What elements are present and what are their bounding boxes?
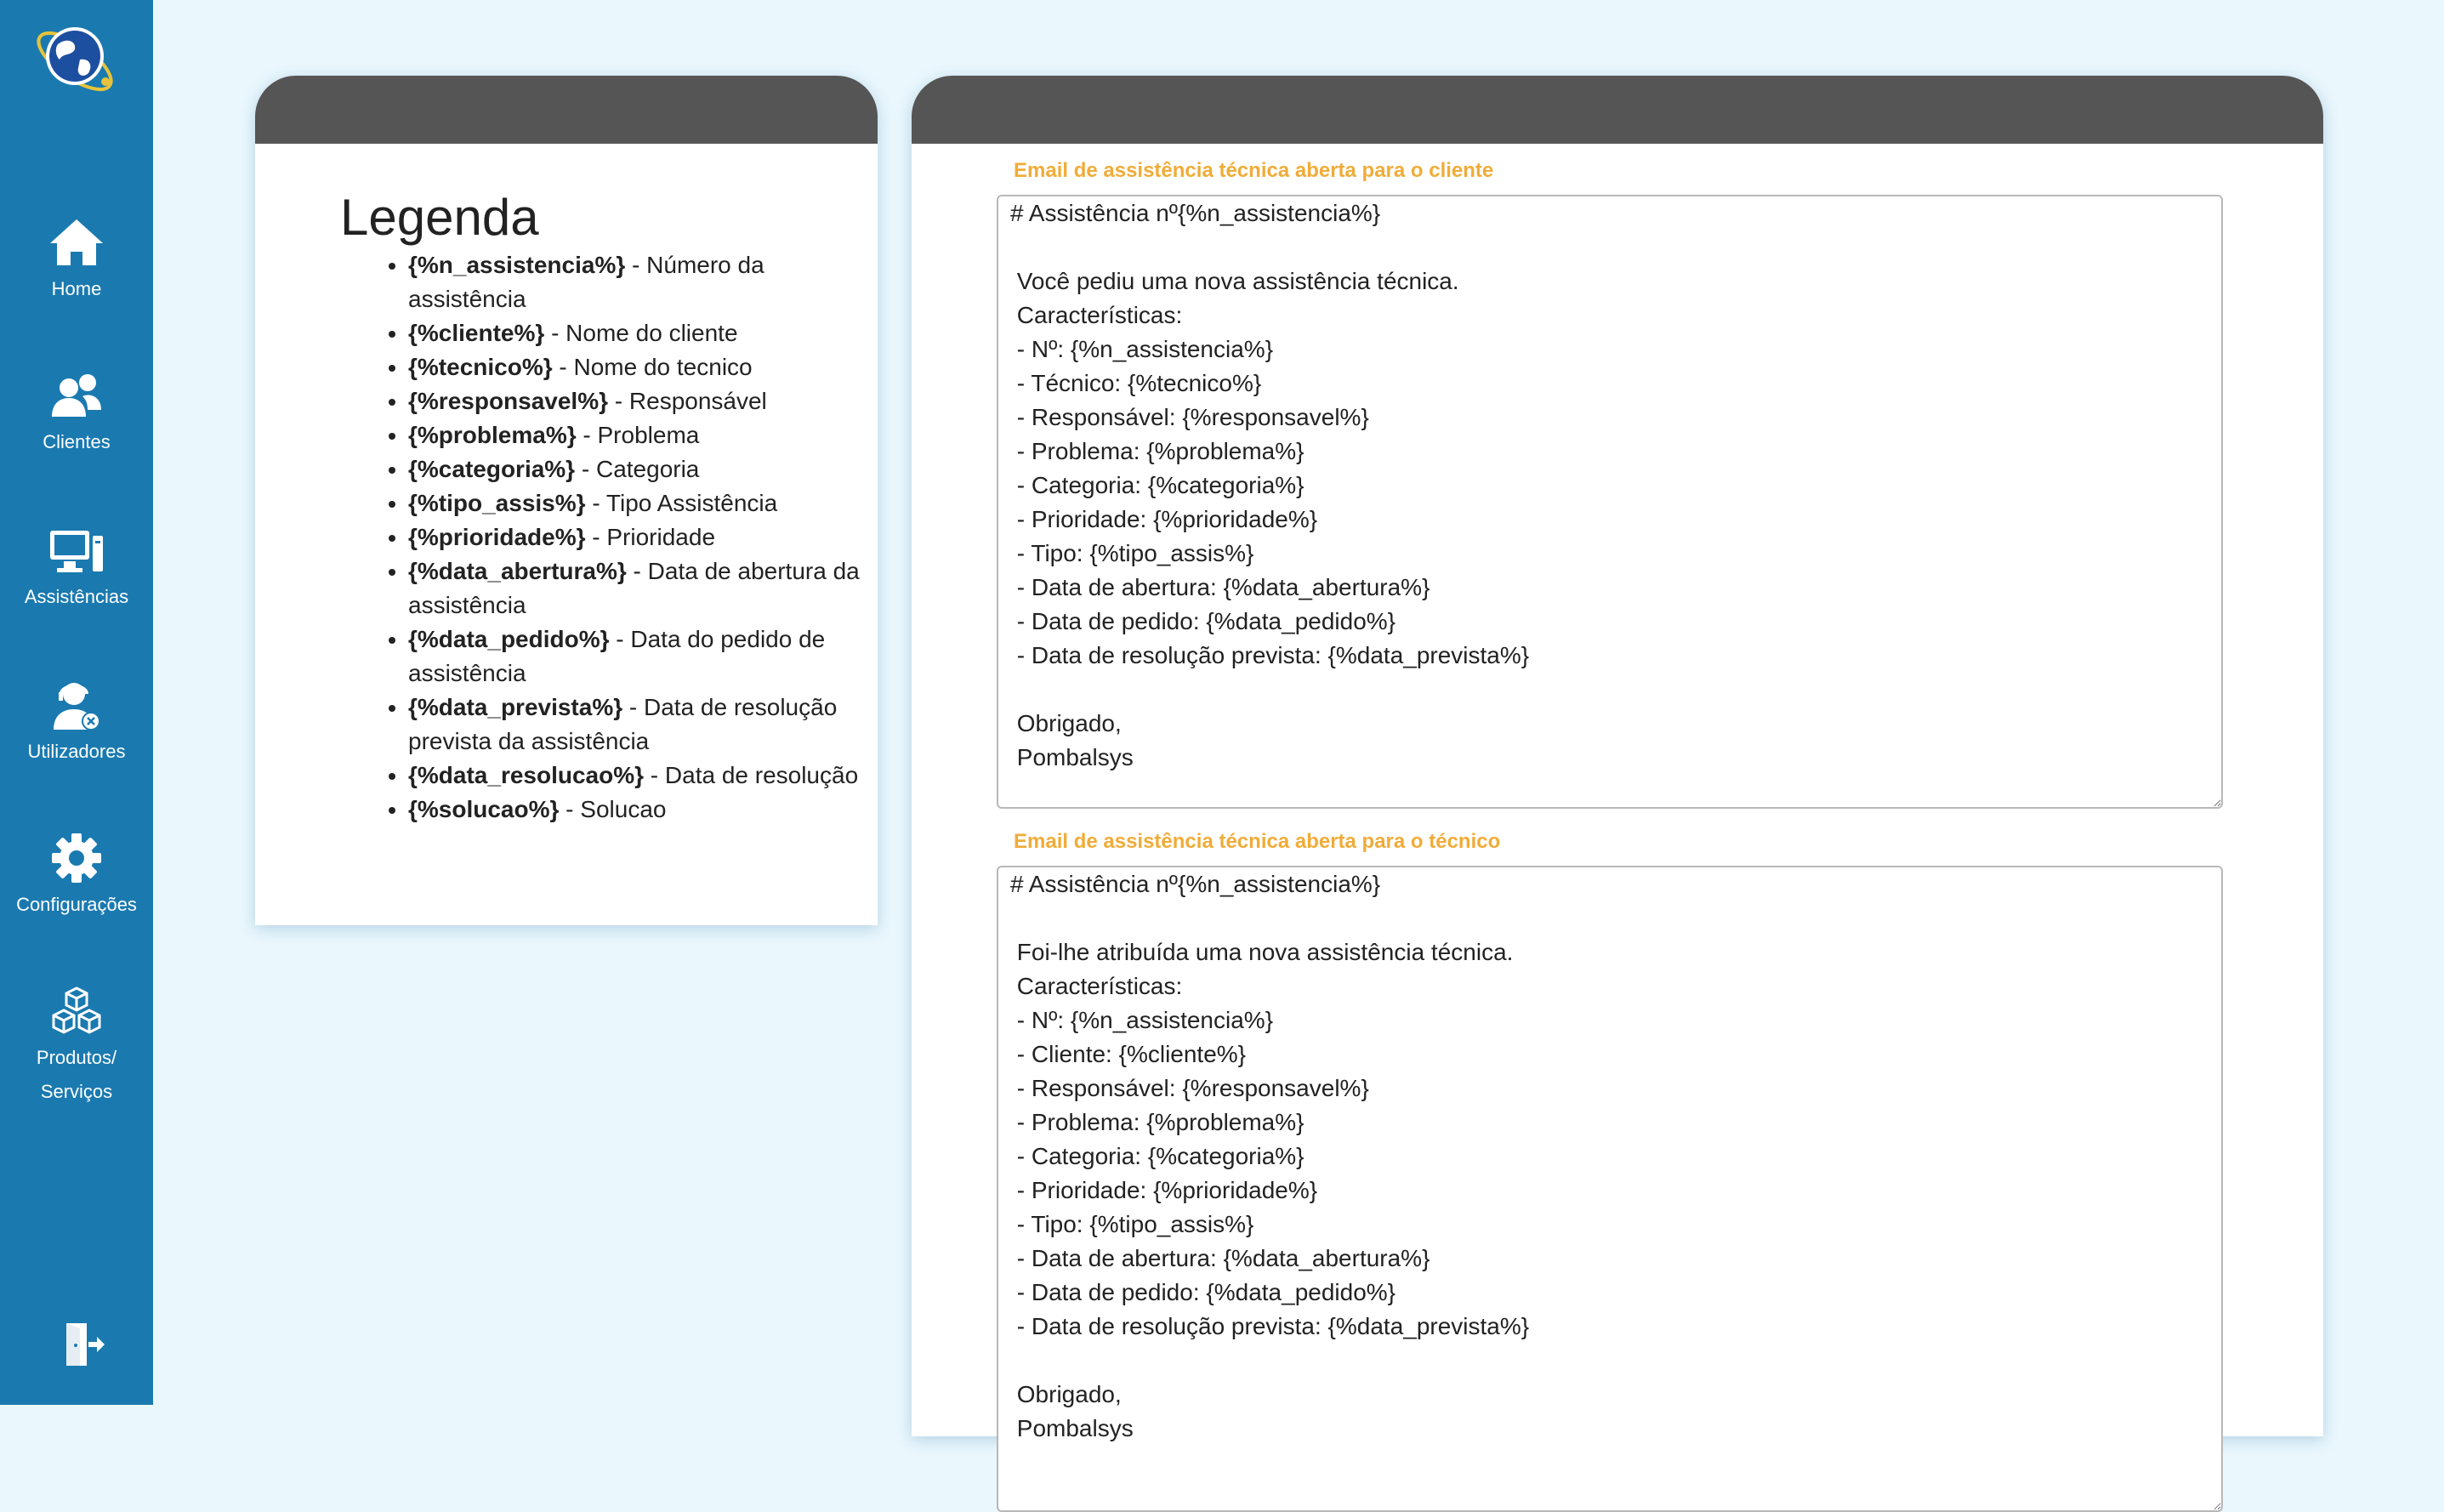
legend-key: {%data_pedido%} [408,626,610,652]
client-email-label: Email de assistência técnica aberta para… [1014,159,1494,182]
client-email-textarea[interactable]: # Assistência nº{%n_assistencia%} Você p… [997,195,2223,809]
legend-item: {%data_resolucao%} - Data de resolução [408,759,884,793]
legend-desc: - Nome do tecnico [552,354,753,380]
support-agent-icon [54,683,100,730]
legend-item: {%tipo_assis%} - Tipo Assistência [408,486,884,520]
technician-email-label: Email de assistência técnica aberta para… [1014,830,1501,853]
sidebar-item-label: Clientes [43,431,111,452]
sidebar-item-label: Utilizadores [27,741,126,762]
legend-item: {%n_assistencia%} - Número da assistênci… [408,248,884,316]
legend-item: {%data_abertura%} - Data de abertura da … [408,554,884,622]
legend-item: {%responsavel%} - Responsável [408,384,884,418]
legend-key: {%prioridade%} [408,524,586,550]
legend-key: {%data_abertura%} [408,558,627,584]
legend-item: {%cliente%} - Nome do cliente [408,316,884,350]
gear-icon [52,833,101,883]
sidebar-item-label: Home [51,278,102,299]
sidebar-item-label: Configurações [16,894,137,915]
users-icon [52,374,101,417]
legend-card-header [255,76,878,144]
legend-list: {%n_assistencia%} - Número da assistênci… [340,248,884,827]
legend-key: {%solucao%} [408,796,560,822]
globe-logo-icon[interactable] [32,19,121,97]
legend-desc: - Solucao [559,796,667,822]
legend-desc: - Problema [576,422,700,448]
email-templates-card: Email de assistência técnica aberta para… [912,76,2323,1512]
sidebar-item-home[interactable]: Home [0,216,153,306]
sidebar-item-clientes[interactable]: Clientes [0,372,153,459]
legend-item: {%problema%} - Problema [408,418,884,452]
legend-desc: - Nome do cliente [544,320,738,346]
legend-key: {%problema%} [408,422,577,448]
sidebar-item-configuracoes[interactable]: Configurações [0,832,153,922]
legend-title: Legenda [340,189,539,246]
legend-desc: - Responsável [608,388,767,414]
legend-item: {%prioridade%} - Prioridade [408,520,884,554]
technician-email-textarea[interactable]: # Assistência nº{%n_assistencia%} Foi-lh… [997,866,2223,1512]
legend-item: {%tecnico%} - Nome do tecnico [408,350,884,384]
legend-key: {%n_assistencia%} [408,252,626,278]
legend-item: {%categoria%} - Categoria [408,452,884,486]
boxes-icon [52,986,101,1034]
sidebar-item-produtos-servicos[interactable]: Produtos/ Serviços [0,985,153,1109]
legend-desc: - Data de resolução [644,762,859,788]
legend-key: {%data_prevista%} [408,694,623,720]
legend-key: {%cliente%} [408,320,545,346]
legend-item: {%data_prevista%} - Data de resolução pr… [408,691,884,759]
home-icon [50,219,103,265]
legend-card: Legenda {%n_assistencia%} - Número da as… [255,76,878,925]
legend-key: {%responsavel%} [408,388,609,414]
email-card-header [912,76,2323,144]
legend-item: {%solucao%} - Solucao [408,793,884,827]
legend-key: {%data_resolucao%} [408,762,645,788]
sidebar-item-label: Assistências [24,586,129,607]
legend-desc: - Tipo Assistência [585,490,778,516]
sidebar-item-utilizadores[interactable]: Utilizadores [0,679,153,769]
sidebar-item-assistencias[interactable]: Assistências [0,527,153,614]
sidebar: Home Clientes Assistências Utilizadores … [0,0,153,1405]
computer-icon [50,531,103,572]
legend-item: {%data_pedido%} - Data do pedido de assi… [408,622,884,691]
legend-desc: - Categoria [575,456,700,482]
sidebar-item-label: Serviços [40,1081,113,1102]
logout-icon[interactable] [63,1322,105,1367]
legend-key: {%tecnico%} [408,354,553,380]
legend-key: {%categoria%} [408,456,576,482]
legend-key: {%tipo_assis%} [408,490,586,516]
sidebar-item-label: Produtos/ [36,1047,117,1068]
legend-desc: - Prioridade [585,524,716,550]
